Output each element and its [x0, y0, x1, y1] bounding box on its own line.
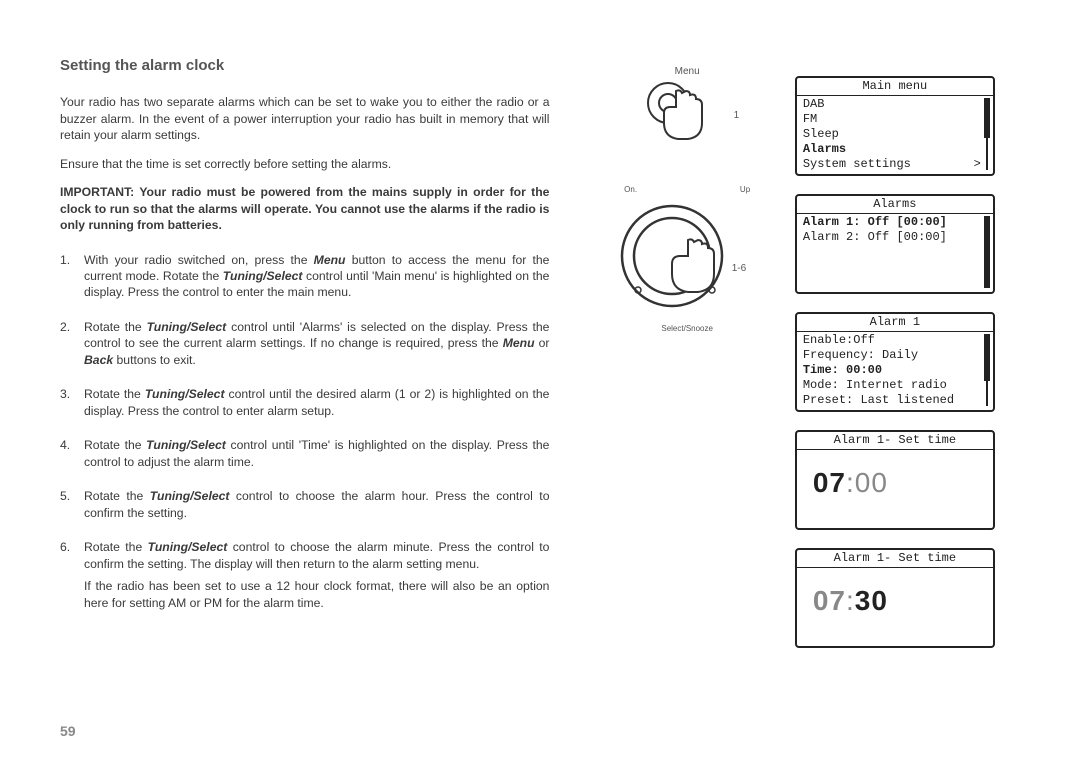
dial-bottom-label: Select/Snooze: [602, 324, 772, 333]
screen-header: Main menu: [797, 78, 993, 96]
screen-header: Alarms: [797, 196, 993, 214]
screen-set-time-hour: Alarm 1- Set time 07:00: [795, 430, 995, 530]
important-notice: IMPORTANT: Your radio must be powered fr…: [60, 184, 549, 233]
intro-paragraph-1: Your radio has two separate alarms which…: [60, 94, 549, 143]
step-item: Rotate the Tuning/Select control to choo…: [60, 488, 549, 521]
rotate-dial-icon: [602, 194, 772, 324]
step-item: Rotate the Tuning/Select control to choo…: [60, 539, 549, 611]
menu-label: Menu: [617, 66, 757, 77]
time-minutes: 30: [855, 585, 888, 616]
time-hours: 07: [813, 585, 846, 616]
intro-paragraph-2: Ensure that the time is set correctly be…: [60, 156, 549, 172]
screen-alarm-1: Alarm 1 Enable:Off Frequency: Daily Time…: [795, 312, 995, 412]
screen-header: Alarm 1- Set time: [797, 432, 993, 450]
display-screens-column: Main menu DAB FM Sleep Alarms System set…: [795, 56, 1020, 763]
scrollbar: [984, 216, 990, 288]
step-extra-note: If the radio has been set to use a 12 ho…: [84, 578, 549, 611]
step-item: With your radio switched on, press the M…: [60, 252, 549, 301]
steps-list: With your radio switched on, press the M…: [60, 252, 549, 612]
illustration-step-1-6: 1-6: [732, 263, 746, 274]
illustration-step-1: 1: [734, 110, 740, 121]
tuning-dial-illustration: On. Up 1-6 Select/Snooze: [602, 185, 772, 333]
illustration-column: Menu 1 On. Up: [579, 56, 794, 763]
scrollbar: [984, 334, 990, 406]
step-item: Rotate the Tuning/Select control until '…: [60, 437, 549, 470]
screen-alarms: Alarms Alarm 1: Off [00:00] Alarm 2: Off…: [795, 194, 995, 294]
dial-right-label: Up: [740, 185, 750, 194]
step-item: Rotate the Tuning/Select control until '…: [60, 319, 549, 368]
time-hours: 07: [813, 467, 846, 498]
scrollbar: [984, 98, 990, 170]
page-title: Setting the alarm clock: [60, 56, 549, 76]
page-number: 59: [60, 723, 76, 739]
screen-set-time-minute: Alarm 1- Set time 07:30: [795, 548, 995, 648]
screen-main-menu: Main menu DAB FM Sleep Alarms System set…: [795, 76, 995, 176]
dial-left-label: On.: [624, 185, 637, 194]
menu-button-illustration: Menu 1: [617, 66, 757, 157]
screen-header: Alarm 1: [797, 314, 993, 332]
press-button-icon: [632, 77, 742, 157]
instructions-column: Setting the alarm clock Your radio has t…: [60, 56, 579, 763]
step-item: Rotate the Tuning/Select control until t…: [60, 386, 549, 419]
screen-header: Alarm 1- Set time: [797, 550, 993, 568]
time-minutes: 00: [855, 467, 888, 498]
